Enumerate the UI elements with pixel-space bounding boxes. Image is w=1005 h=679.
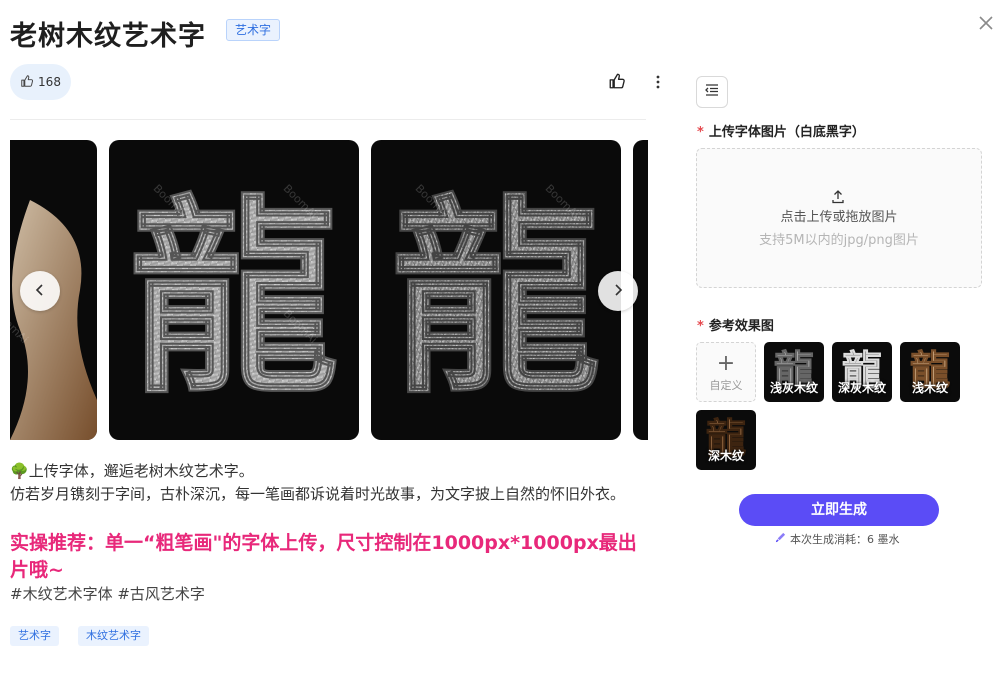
upload-icon <box>830 189 846 205</box>
cost-text: 本次生成消耗：6 墨水 <box>790 533 900 546</box>
more-vertical-icon[interactable] <box>648 72 668 92</box>
tag-wood-art-font[interactable]: 木纹艺术字 <box>78 626 149 646</box>
artwork-detail-page: 老树木纹艺术字 艺术字 168 BoomAi 龍 BoomAi BoomAi B… <box>0 0 1005 679</box>
description-line-1: 🌳上传字体，邂逅老树木纹艺术字。 <box>10 462 254 480</box>
tip-highlight: 实操推荐：单一“粗笔画"的字体上传，尺寸控制在1000px*1000px最出片哦… <box>10 532 637 581</box>
reference-label: 浅木纹 <box>911 381 948 395</box>
carousel-prev-button[interactable] <box>20 271 60 311</box>
reference-light-gray-wood[interactable]: 龍 浅灰木纹 <box>764 342 824 402</box>
tag-art-font[interactable]: 艺术字 <box>10 626 59 646</box>
chevron-left-icon <box>33 282 47 301</box>
reference-label: 深灰木纹 <box>837 381 886 395</box>
hashtags: #木纹艺术字体 #古风艺术字 <box>10 585 205 603</box>
plus-icon: + <box>716 351 736 376</box>
like-count: 168 <box>38 75 61 89</box>
thumbs-up-icon[interactable] <box>608 72 628 92</box>
description: 🌳上传字体，邂逅老树木纹艺术字。 仿若岁月镌刻于字间，古朴深沉，每一笔画都诉说着… <box>10 460 650 505</box>
category-tag[interactable]: 艺术字 <box>226 19 281 41</box>
custom-label: 自定义 <box>709 379 743 392</box>
collapse-sidebar-button[interactable] <box>696 76 728 108</box>
generate-button[interactable]: 立即生成 <box>739 494 939 526</box>
tree-emoji: 🌳 <box>10 462 29 480</box>
upload-text: 点击上传或拖放图片 <box>780 210 898 225</box>
carousel-next-button[interactable] <box>598 271 638 311</box>
custom-reference-button[interactable]: + 自定义 <box>696 342 756 402</box>
reference-dark-wood[interactable]: 龍 深木纹 <box>696 410 756 470</box>
reference-label: 浅灰木纹 <box>769 381 818 395</box>
carousel-slide: 龍 BoomAi BoomAi BoomAi <box>109 140 359 440</box>
page-title: 老树木纹艺术字 <box>10 21 206 52</box>
reference-dark-gray-wood[interactable]: 龍 深灰木纹 <box>832 342 892 402</box>
collapse-sidebar-icon <box>704 82 720 102</box>
cost-info: 本次生成消耗：6 墨水 <box>775 531 900 547</box>
like-button[interactable]: 168 <box>10 64 71 100</box>
reference-light-wood[interactable]: 龍 浅木纹 <box>900 342 960 402</box>
carousel-slide: 龍 BoomAi BoomAi <box>371 140 621 440</box>
required-mark: * <box>697 319 704 334</box>
upload-hint: 支持5M以内的jpg/png图片 <box>759 233 919 248</box>
required-mark: * <box>697 125 704 140</box>
thumbs-up-icon <box>20 74 34 91</box>
upload-field-label: * 上传字体图片（白底黑字） <box>697 125 865 140</box>
upload-dropzone[interactable]: 点击上传或拖放图片 支持5M以内的jpg/png图片 <box>696 148 982 288</box>
reference-field-label: * 参考效果图 <box>697 319 774 334</box>
ink-brush-icon <box>775 532 786 546</box>
close-icon[interactable] <box>976 13 996 33</box>
divider <box>10 119 646 120</box>
chevron-right-icon <box>611 282 625 301</box>
image-carousel: BoomAi 龍 BoomAi BoomAi BoomAi 龍 BoomAi B… <box>10 140 648 440</box>
description-line-2: 仿若岁月镌刻于字间，古朴深沉，每一笔画都诉说着时光故事，为文字披上自然的怀旧外衣… <box>10 484 626 503</box>
reference-label: 深木纹 <box>707 449 744 463</box>
